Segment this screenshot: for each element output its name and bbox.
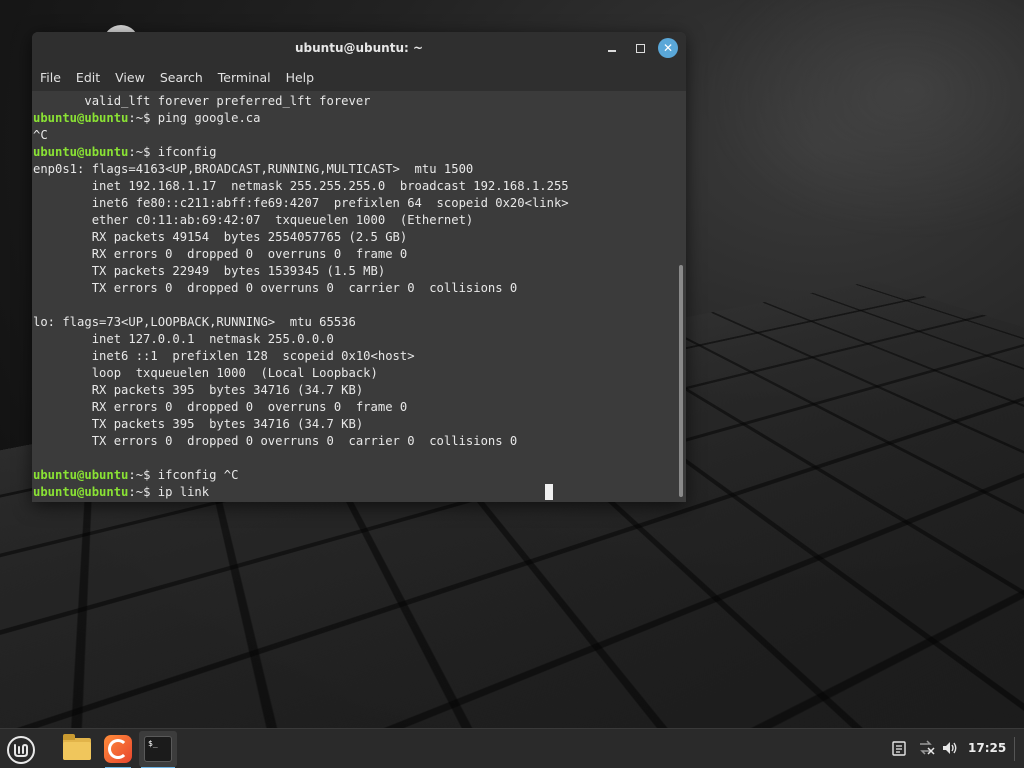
output-text: TX packets 22949 bytes 1539345 (1.5 MB) — [33, 264, 385, 278]
show-desktop-button[interactable] — [1014, 737, 1015, 761]
terminal-icon: $_ — [144, 736, 172, 762]
taskbar: $_ 17:25 — [0, 728, 1024, 768]
terminal-icon-text: $_ — [148, 739, 158, 748]
volume-icon — [941, 740, 959, 756]
terminal-output-line: ether c0:11:ab:69:42:07 txqueuelen 1000 … — [33, 212, 673, 229]
menu-edit[interactable]: Edit — [72, 70, 104, 85]
volume-tray-button[interactable] — [941, 739, 959, 757]
menubar: File Edit View Search Terminal Help — [32, 64, 686, 91]
shell-prompt: ubuntu@ubuntu — [33, 145, 128, 159]
wallpaper-glow — [700, 0, 1024, 240]
close-icon: ✕ — [663, 41, 673, 55]
terminal-cursor — [545, 484, 553, 500]
window-title: ubuntu@ubuntu: ~ — [32, 41, 686, 55]
terminal-output-line: inet 192.168.1.17 netmask 255.255.255.0 … — [33, 178, 673, 195]
menu-terminal[interactable]: Terminal — [214, 70, 275, 85]
minimize-button[interactable] — [602, 38, 622, 58]
terminal-output-line: RX packets 49154 bytes 2554057765 (2.5 G… — [33, 229, 673, 246]
terminal-output-line: loop txqueuelen 1000 (Local Loopback) — [33, 365, 673, 382]
terminal-output-area[interactable]: valid_lft forever preferred_lft forever u… — [32, 91, 686, 502]
terminal-output-line: valid_lft forever preferred_lft forever — [33, 93, 673, 110]
terminal-output-line: TX errors 0 dropped 0 overruns 0 carrier… — [33, 280, 673, 297]
output-text: inet 127.0.0.1 netmask 255.0.0.0 — [33, 332, 334, 346]
network-disconnected-icon — [917, 740, 935, 756]
output-text: RX errors 0 dropped 0 overruns 0 frame 0 — [33, 400, 407, 414]
start-menu-button[interactable] — [4, 733, 38, 767]
terminal-command-line: ubuntu@ubuntu:~$ ifconfig ^C — [33, 467, 673, 484]
taskbar-firefox-launcher[interactable] — [99, 731, 137, 767]
folder-icon — [63, 738, 91, 760]
notes-tray-button[interactable] — [890, 739, 908, 757]
window-titlebar[interactable]: ubuntu@ubuntu: ~ ✕ — [32, 32, 686, 64]
maximize-icon — [636, 44, 645, 53]
menu-search[interactable]: Search — [156, 70, 207, 85]
firefox-icon — [104, 735, 132, 763]
terminal-output-line: inet 127.0.0.1 netmask 255.0.0.0 — [33, 331, 673, 348]
menu-file[interactable]: File — [36, 70, 65, 85]
output-text: RX errors 0 dropped 0 overruns 0 frame 0 — [33, 247, 407, 261]
linux-mint-logo-icon — [6, 735, 36, 765]
prompt-suffix: :~$ — [128, 485, 157, 499]
terminal-output-line: TX packets 395 bytes 34716 (34.7 KB) — [33, 416, 673, 433]
close-button[interactable]: ✕ — [658, 38, 678, 58]
output-text: TX errors 0 dropped 0 overruns 0 carrier… — [33, 281, 517, 295]
terminal-output-line: inet6 fe80::c211:abff:fe69:4207 prefixle… — [33, 195, 673, 212]
terminal-output-line: RX packets 395 bytes 34716 (34.7 KB) — [33, 382, 673, 399]
terminal-command-line: ubuntu@ubuntu:~$ ip link — [33, 484, 673, 501]
output-text: inet6 ::1 prefixlen 128 scopeid 0x10<hos… — [33, 349, 415, 363]
command-text: ifconfig ^C — [158, 468, 239, 482]
output-text: TX packets 395 bytes 34716 (34.7 KB) — [33, 417, 363, 431]
terminal-command-line: ubuntu@ubuntu:~$ ping google.ca — [33, 110, 673, 127]
output-text: enp0s1: flags=4163<UP,BROADCAST,RUNNING,… — [33, 162, 473, 176]
terminal-output-line: RX errors 0 dropped 0 overruns 0 frame 0 — [33, 246, 673, 263]
command-text: ip link — [158, 485, 209, 499]
taskbar-terminal-launcher[interactable]: $_ — [139, 731, 177, 767]
terminal-lines: valid_lft forever preferred_lft forever u… — [33, 93, 673, 501]
terminal-output-line: lo: flags=73<UP,LOOPBACK,RUNNING> mtu 65… — [33, 314, 673, 331]
clock[interactable]: 17:25 — [968, 741, 1006, 755]
output-text: RX packets 49154 bytes 2554057765 (2.5 G… — [33, 230, 407, 244]
minimize-icon — [608, 50, 616, 52]
shell-prompt: ubuntu@ubuntu — [33, 111, 128, 125]
terminal-output-line: inet6 ::1 prefixlen 128 scopeid 0x10<hos… — [33, 348, 673, 365]
terminal-output-line: TX errors 0 dropped 0 overruns 0 carrier… — [33, 433, 673, 450]
taskbar-files-launcher[interactable] — [58, 731, 96, 767]
terminal-window[interactable]: ubuntu@ubuntu: ~ ✕ File Edit View Search… — [32, 32, 686, 502]
terminal-output-line — [33, 450, 673, 467]
shell-prompt: ubuntu@ubuntu — [33, 485, 128, 499]
menu-help[interactable]: Help — [282, 70, 319, 85]
terminal-command-line: ubuntu@ubuntu:~$ ifconfig — [33, 144, 673, 161]
terminal-scrollbar[interactable] — [676, 91, 686, 502]
terminal-output-line: ^C — [33, 127, 673, 144]
terminal-output-line: TX packets 22949 bytes 1539345 (1.5 MB) — [33, 263, 673, 280]
output-text: loop txqueuelen 1000 (Local Loopback) — [33, 366, 378, 380]
command-text: ping google.ca — [158, 111, 261, 125]
terminal-output-line — [33, 297, 673, 314]
output-text: valid_lft forever preferred_lft forever — [33, 94, 371, 108]
output-text: RX packets 395 bytes 34716 (34.7 KB) — [33, 383, 363, 397]
terminal-output-line: enp0s1: flags=4163<UP,BROADCAST,RUNNING,… — [33, 161, 673, 178]
prompt-suffix: :~$ — [128, 468, 157, 482]
shell-prompt: ubuntu@ubuntu — [33, 468, 128, 482]
notes-icon — [892, 741, 906, 756]
output-text: inet6 fe80::c211:abff:fe69:4207 prefixle… — [33, 196, 569, 210]
output-text: ether c0:11:ab:69:42:07 txqueuelen 1000 … — [33, 213, 473, 227]
menu-view[interactable]: View — [111, 70, 149, 85]
maximize-button[interactable] — [630, 38, 650, 58]
output-text: lo: flags=73<UP,LOOPBACK,RUNNING> mtu 65… — [33, 315, 356, 329]
network-tray-button[interactable] — [917, 739, 935, 757]
prompt-suffix: :~$ — [128, 111, 157, 125]
output-text: ^C — [33, 128, 48, 142]
prompt-suffix: :~$ — [128, 145, 157, 159]
scrollbar-thumb[interactable] — [679, 265, 683, 497]
output-text: inet 192.168.1.17 netmask 255.255.255.0 … — [33, 179, 569, 193]
output-text: TX errors 0 dropped 0 overruns 0 carrier… — [33, 434, 517, 448]
command-text: ifconfig — [158, 145, 217, 159]
terminal-output-line: RX errors 0 dropped 0 overruns 0 frame 0 — [33, 399, 673, 416]
